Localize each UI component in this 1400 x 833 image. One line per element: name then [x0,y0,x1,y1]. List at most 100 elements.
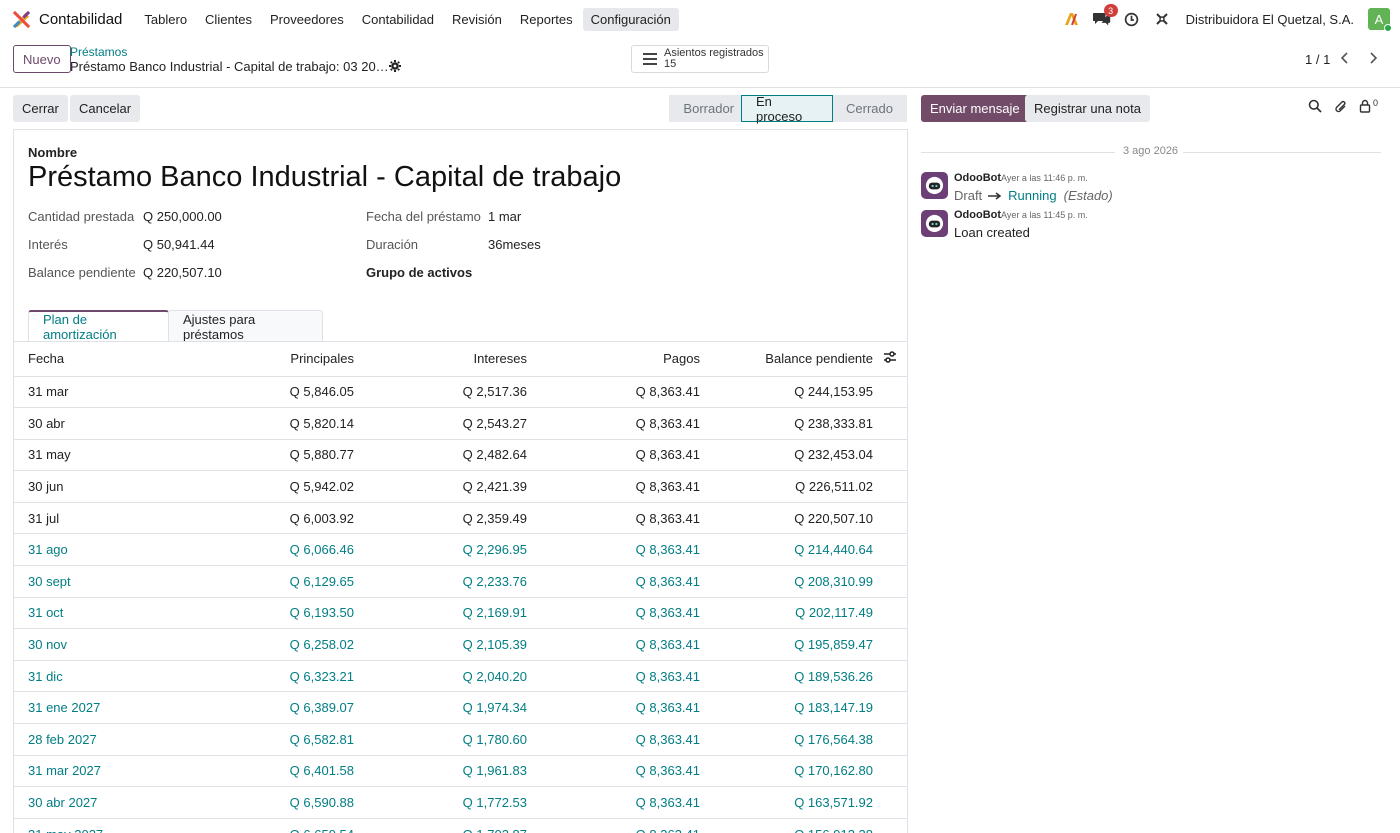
debug-tools-icon[interactable] [1150,7,1174,31]
cancel-button[interactable]: Cancelar [70,95,141,122]
cell-spacer [873,597,907,630]
header-date[interactable]: Fecha [14,342,224,377]
balance-field[interactable]: Q 220,507.10 [143,265,222,280]
paperclip-icon[interactable] [1334,99,1348,117]
cell-spacer [873,502,907,535]
activity-clock-icon[interactable] [1120,7,1144,31]
arrow-right-icon [988,191,1002,200]
menu-configuracion[interactable]: Configuración [582,7,679,31]
chevron-right-icon[interactable] [1366,51,1380,68]
table-row[interactable]: 28 feb 2027 Q 6,582.81 Q 1,780.60 Q 8,363.4… [14,723,907,756]
table-row[interactable]: 31 ago Q 6,066.46 Q 2,296.95 Q 8,363.41 Q 21… [14,533,907,567]
cell-payment: Q 8,363.41 [527,723,700,756]
cell-date: 31 mar 2027 [14,755,224,788]
cell-balance: Q 202,117.49 [700,597,873,630]
menu-clientes[interactable]: Clientes [197,8,260,31]
app-name[interactable]: Contabilidad [39,11,122,28]
table-row[interactable]: 31 may Q 5,880.77 Q 2,482.64 Q 8,363.41 Q 23… [14,439,907,472]
cell-payment: Q 8,363.41 [527,533,700,567]
message-time: Ayer a las 11:46 p. m. [1001,173,1088,183]
cell-spacer [873,533,907,567]
cell-date: 31 ene 2027 [14,691,224,725]
odoobot-avatar[interactable] [921,172,948,199]
cell-date: 31 mar [14,376,224,409]
table-row[interactable]: 30 jun Q 5,942.02 Q 2,421.39 Q 8,363.41 Q 22… [14,470,907,503]
cell-payment: Q 8,363.41 [527,407,700,440]
tab-amortization-plan[interactable]: Plan de amortización [28,310,169,342]
send-message-button[interactable]: Enviar mensaje [921,95,1029,122]
loan-date-field[interactable]: 1 mar [488,209,521,224]
menu-proveedores[interactable]: Proveedores [262,8,352,31]
table-row[interactable]: 31 may 2027Q 6,659.54Q 1,703.87Q 8,363.4… [14,818,907,833]
tab-loan-adjustments[interactable]: Ajustes para préstamos [168,310,323,342]
cell-principal: Q 6,590.88 [224,786,354,819]
control-panel: Nuevo Préstamos Préstamo Banco Industria… [0,38,1400,88]
table-row[interactable]: 31 dic Q 6,323.21 Q 2,040.20 Q 8,363.41 Q 18… [14,660,907,693]
navbar-right: 3 Distribuidora El Quetzal, S.A. A [1058,4,1392,32]
odoobot-avatar[interactable] [921,210,948,237]
smart-button-value: 15 [664,58,677,70]
cell-interest: Q 1,974.34 [354,691,527,725]
header-principal[interactable]: Principales [224,342,354,377]
header-balance[interactable]: Balance pendiente [700,342,873,377]
messaging-icon[interactable]: 3 [1090,4,1118,31]
follower-count: 0 [1373,98,1379,108]
posted-entries-smart-button[interactable]: Asientos registrados 15 [631,45,769,73]
ai-icon[interactable] [1060,7,1084,31]
menu-reportes[interactable]: Reportes [512,8,581,31]
header-payment[interactable]: Pagos [527,342,700,377]
gear-icon[interactable] [389,60,401,75]
interest-field[interactable]: Q 50,941.44 [143,237,215,252]
breadcrumb-parent[interactable]: Préstamos [70,45,127,59]
search-icon[interactable] [1308,99,1322,116]
table-row[interactable]: 31 mar Q 5,846.05 Q 2,517.36 Q 8,363.41 Q 24… [14,376,907,409]
cell-principal: Q 6,323.21 [224,660,354,693]
message-body: Loan created [954,225,1030,240]
close-button[interactable]: Cerrar [13,95,68,122]
cell-principal: Q 5,880.77 [224,439,354,472]
followers-lock-icon[interactable] [1359,99,1371,116]
new-button[interactable]: Nuevo [13,45,71,73]
table-row[interactable]: 30 abr Q 5,820.14 Q 2,543.27 Q 8,363.41 Q 23… [14,407,907,440]
stage-cerrado[interactable]: Cerrado [833,95,907,122]
cell-interest: Q 2,517.36 [354,376,527,409]
amount-field[interactable]: Q 250,000.00 [143,209,222,224]
table-row[interactable]: 31 oct Q 6,193.50 Q 2,169.91 Q 8,363.41 Q 20… [14,597,907,630]
table-row[interactable]: 31 jul Q 6,003.92 Q 2,359.49 Q 8,363.41 Q 22… [14,502,907,535]
table-row[interactable]: 30 nov Q 6,258.02 Q 2,105.39 Q 8,363.41 Q 19… [14,628,907,661]
app-logo-icon[interactable] [12,10,31,29]
balance-label: Balance pendiente [28,265,136,280]
stage-borrador[interactable]: Borrador [669,95,741,122]
cell-payment: Q 8,363.41 [527,565,700,598]
cell-principal: Q 6,401.58 [224,755,354,788]
pager-value[interactable]: 1 / 1 [1305,52,1330,67]
stage-en-proceso[interactable]: En proceso [741,94,833,124]
cell-principal: Q 5,942.02 [224,470,354,503]
cell-spacer [873,723,907,756]
cell-date: 30 sept [14,565,224,598]
menu-revision[interactable]: Revisión [444,8,510,31]
message-author[interactable]: OdooBot [954,209,1001,221]
table-row[interactable]: 31 mar 2027 Q 6,401.58 Q 1,961.83 Q 8,363.4… [14,755,907,788]
menu-tablero[interactable]: Tablero [136,8,195,31]
cell-balance: Q 170,162.80 [700,755,873,788]
company-switcher[interactable]: Distribuidora El Quetzal, S.A. [1186,12,1354,27]
cell-date: 30 jun [14,470,224,503]
user-avatar[interactable]: A [1368,8,1392,32]
cell-date: 31 oct [14,597,224,630]
loan-name-field[interactable]: Préstamo Banco Industrial - Capital de t… [28,161,621,194]
cell-balance: Q 176,564.38 [700,723,873,756]
optional-columns-toggle[interactable] [873,342,907,377]
table-row[interactable]: 30 sept Q 6,129.65 Q 2,233.76 Q 8,363.41 Q 2… [14,565,907,598]
separator-line-right [1183,152,1381,153]
menu-contabilidad[interactable]: Contabilidad [354,8,442,31]
header-interest[interactable]: Intereses [354,342,527,377]
cell-balance: Q 214,440.64 [700,533,873,567]
log-note-button[interactable]: Registrar una nota [1025,95,1150,122]
table-row[interactable]: 31 ene 2027 Q 6,389.07 Q 1,974.34 Q 8,363.4… [14,691,907,725]
message-time: Ayer a las 11:45 p. m. [1001,210,1088,220]
message-author[interactable]: OdooBot [954,172,1001,184]
chevron-left-icon[interactable] [1338,51,1352,68]
duration-field[interactable]: 36meses [488,237,541,252]
table-row[interactable]: 30 abr 2027 Q 6,590.88 Q 1,772.53 Q 8,363.4… [14,786,907,819]
